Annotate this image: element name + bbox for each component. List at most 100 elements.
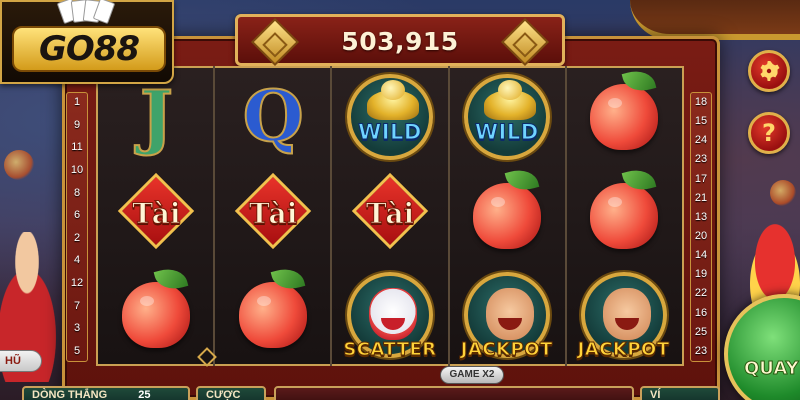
gold-ingot-icon: [366, 80, 419, 121]
payline-number[interactable]: 3: [74, 323, 80, 334]
payline-number[interactable]: 24: [695, 135, 707, 146]
wild-label: WILD: [474, 120, 539, 145]
spin-label: QUAY: [744, 358, 800, 380]
payline-numbers-right: 18 15 24 23 17 21 13 20 14 19 22 16 25 23: [690, 92, 712, 362]
scatter-medallion: SCATTER: [343, 271, 437, 360]
payline-number[interactable]: 18: [695, 97, 707, 108]
paylines-selector[interactable]: DÒNG THẮNG 25: [22, 386, 190, 400]
lines-label: DÒNG THẮNG: [32, 389, 108, 400]
reel-symbol: [565, 167, 682, 266]
diamond-ornament-icon: [500, 17, 550, 67]
reel-symbol: SCATTER: [332, 265, 449, 364]
payline-number[interactable]: 16: [695, 307, 707, 319]
reel-divider: [213, 66, 215, 366]
wild-label: WILD: [358, 120, 422, 145]
payline-number[interactable]: 12: [71, 278, 83, 289]
reel-divider: [448, 66, 450, 366]
settings-button[interactable]: [748, 50, 790, 92]
payline-number[interactable]: 6: [74, 210, 80, 221]
reel-symbol: WILD: [332, 68, 449, 167]
jackpot-label: JACKPOT: [577, 338, 670, 360]
lion-dance-icon: [368, 287, 417, 340]
payline-number[interactable]: 22: [695, 288, 707, 299]
tai-card-icon: Tài: [345, 172, 435, 251]
gear-icon: [760, 61, 780, 81]
reel-divider: [330, 66, 332, 366]
jackpot-label: JACKPOT: [460, 338, 553, 360]
peach-icon: [589, 84, 658, 151]
slot-game-screen: 503,915 1 9 11 10 8 6 2 4 12 7 3 5 18 15 24 23 17 21 13 20…: [0, 0, 800, 400]
reel-grid: J Q WILD WILD Tài Tài Tài SCATTER JACKPOT JACKPOT: [96, 66, 684, 366]
tai-label: Tài: [365, 196, 415, 230]
wild-medallion: WILD: [463, 74, 550, 161]
reel-symbol: WILD: [448, 68, 565, 167]
payline-number[interactable]: 20: [695, 230, 707, 242]
reel-symbol: Tài: [98, 167, 215, 266]
jackpot-pot-badge[interactable]: HŨ: [0, 350, 42, 372]
spin-button[interactable]: QUAY: [724, 294, 800, 400]
wallet-panel: VÍ: [640, 386, 720, 400]
letter-q-icon: Q: [242, 75, 305, 159]
tai-card-icon: Tài: [111, 172, 201, 251]
jackpot-medallion: JACKPOT: [577, 271, 670, 360]
payline-number[interactable]: 9: [74, 119, 80, 131]
peach-icon: [239, 281, 308, 348]
peach-icon: [122, 281, 191, 348]
tai-label: Tài: [132, 196, 181, 230]
jackpot-banner: 503,915: [235, 14, 565, 67]
payline-number[interactable]: 7: [74, 300, 80, 312]
payline-number[interactable]: 15: [695, 116, 707, 127]
peach-icon: [472, 182, 541, 249]
payline-numbers-left: 1 9 11 10 8 6 2 4 12 7 3 5: [66, 92, 88, 362]
wallet-label: VÍ: [650, 389, 661, 400]
payline-number[interactable]: 13: [695, 211, 707, 223]
payline-number[interactable]: 14: [695, 250, 707, 261]
reel-symbol: JACKPOT: [565, 265, 682, 364]
payline-number[interactable]: 21: [695, 192, 707, 204]
bottom-control-bar: DÒNG THẮNG 25 CƯỢC VÍ: [0, 378, 800, 400]
jackpot-medallion: JACKPOT: [460, 271, 553, 360]
lantern-decoration: [770, 180, 796, 206]
payline-number[interactable]: 1: [74, 97, 80, 108]
payline-number[interactable]: 4: [74, 255, 80, 266]
reel-symbol: [215, 265, 332, 364]
go88-logo: GO88: [0, 0, 174, 84]
reel-symbol: Tài: [215, 167, 332, 266]
gold-ingot-icon: [483, 80, 536, 121]
lantern-decoration: [4, 150, 34, 180]
peach-icon: [589, 182, 658, 249]
logo-text: GO88: [12, 26, 166, 72]
playing-cards-icon: [56, 0, 116, 25]
reel-symbol: Q: [215, 68, 332, 167]
help-button[interactable]: ?: [748, 112, 790, 154]
reel-symbol: JACKPOT: [448, 265, 565, 364]
pagoda-roof-decoration: [630, 0, 800, 40]
payline-number[interactable]: 23: [695, 345, 707, 357]
bet-selector[interactable]: CƯỢC: [196, 386, 266, 400]
payline-number[interactable]: 19: [695, 269, 707, 280]
center-info-panel: [274, 386, 634, 400]
reel-symbol: [448, 167, 565, 266]
reel-symbol: [98, 265, 215, 364]
letter-j-icon: J: [139, 75, 174, 159]
tai-label: Tài: [249, 196, 298, 230]
lines-value: 25: [138, 389, 151, 400]
payline-number[interactable]: 23: [695, 154, 707, 165]
payline-number[interactable]: 8: [74, 187, 80, 199]
bet-label: CƯỢC: [206, 389, 241, 400]
fortune-god-icon: [602, 287, 651, 340]
reel-symbol: [565, 68, 682, 167]
reel-divider: [565, 66, 567, 366]
scatter-label: SCATTER: [343, 338, 437, 360]
payline-number[interactable]: 2: [74, 232, 80, 244]
fortune-god-icon: [485, 287, 534, 340]
tai-card-icon: Tài: [228, 172, 318, 251]
payline-number[interactable]: 25: [695, 326, 707, 338]
question-mark-icon: ?: [762, 119, 776, 147]
payline-number[interactable]: 10: [71, 164, 83, 176]
reel-symbol: Tài: [332, 167, 449, 266]
payline-number[interactable]: 11: [71, 142, 82, 153]
payline-number[interactable]: 5: [74, 345, 80, 357]
payline-number[interactable]: 17: [695, 173, 707, 185]
wild-medallion: WILD: [346, 74, 433, 161]
